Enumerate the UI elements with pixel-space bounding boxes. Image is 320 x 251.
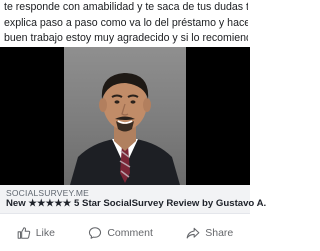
link-domain: SOCIALSURVEY.ME: [6, 188, 89, 198]
link-title[interactable]: New ★★★★★ 5 Star SocialSurvey Review by …: [6, 198, 266, 209]
post-text-line: explica paso a paso como va lo del prést…: [4, 16, 248, 29]
person-portrait-image: [70, 73, 180, 185]
share-button[interactable]: Share: [186, 226, 233, 240]
profile-photo[interactable]: [64, 47, 186, 185]
share-arrow-icon: [186, 227, 200, 238]
like-button[interactable]: Like: [17, 226, 55, 240]
post-text-line: te responde con amabilidad y te saca de …: [4, 1, 248, 13]
speech-bubble-icon: [89, 226, 102, 239]
thumbs-up-icon: [17, 226, 30, 239]
comment-label: Comment: [107, 226, 153, 239]
share-label: Share: [205, 226, 234, 239]
post-text-line: buen trabajo estoy muy agradecido y si l…: [4, 32, 248, 44]
like-label: Like: [35, 226, 55, 239]
post-action-bar: Like Comment Share: [0, 213, 250, 251]
post-text: te responde con amabilidad y te saca de …: [4, 0, 248, 47]
link-preview-meta[interactable]: SOCIALSURVEY.ME New ★★★★★ 5 Star SocialS…: [0, 185, 266, 214]
comment-button[interactable]: Comment: [88, 226, 153, 240]
